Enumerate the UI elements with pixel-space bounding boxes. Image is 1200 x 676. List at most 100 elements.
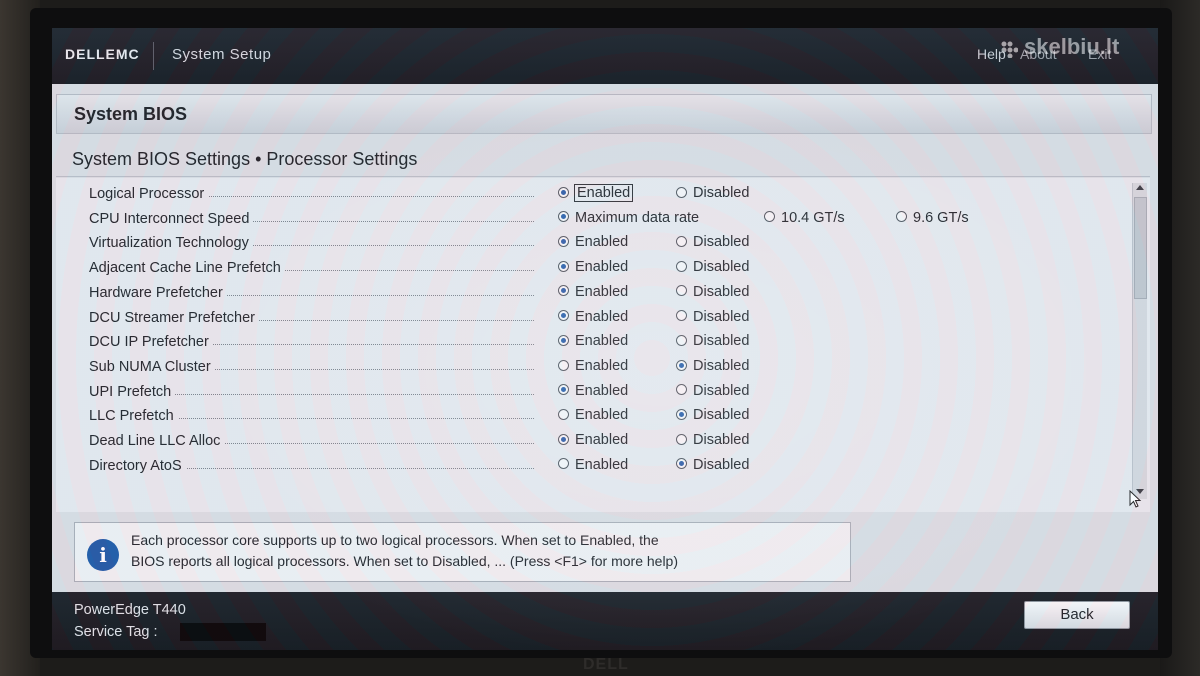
radio-option[interactable]: Enabled: [558, 284, 628, 302]
monitor-brand-logo: DELL: [583, 656, 629, 673]
radio-unselected-icon[interactable]: [676, 310, 687, 322]
radio-option[interactable]: Disabled: [676, 333, 749, 351]
radio-unselected-icon[interactable]: [676, 285, 687, 297]
radio-option[interactable]: Maximum data rate: [558, 210, 699, 228]
radio-option[interactable]: Enabled: [558, 333, 628, 351]
radio-selected-icon[interactable]: [558, 211, 569, 223]
radio-option[interactable]: Enabled: [558, 309, 628, 327]
radio-option-label: Enabled: [575, 357, 629, 374]
bios-header-band: System BIOS: [56, 94, 1152, 134]
setting-label: Hardware Prefetcher: [89, 284, 227, 301]
radio-selected-icon[interactable]: [558, 236, 569, 248]
setting-row[interactable]: Sub NUMA Cluster Enabled Disabled: [56, 355, 1116, 379]
radio-option-label: Enabled: [575, 333, 629, 350]
setting-label: Virtualization Technology: [89, 235, 253, 252]
radio-option[interactable]: Enabled: [558, 259, 628, 277]
section-divider: [56, 176, 1150, 177]
radio-unselected-icon[interactable]: [558, 359, 569, 371]
setting-row[interactable]: Logical Processor Enabled Disabled: [56, 182, 1116, 206]
radio-option-label: Enabled: [573, 184, 634, 202]
setting-label: DCU IP Prefetcher: [89, 334, 213, 351]
scrollbar[interactable]: [1132, 183, 1147, 499]
radio-option[interactable]: Enabled: [558, 184, 634, 203]
radio-option[interactable]: Enabled: [558, 457, 628, 475]
settings-list: Logical Processor Enabled Disabled CPU Inte…: [56, 178, 1150, 512]
help-text: Each processor core supports up to two l…: [131, 530, 831, 572]
radio-option-label: Disabled: [693, 432, 750, 448]
radio-unselected-icon[interactable]: [676, 384, 687, 396]
radio-selected-icon[interactable]: [558, 310, 569, 322]
setting-row[interactable]: Directory AtoS Enabled Disabled: [56, 454, 1116, 478]
radio-option-label: Maximum data rate: [575, 209, 700, 226]
radio-option[interactable]: Disabled: [676, 185, 749, 203]
radio-option[interactable]: Disabled: [676, 309, 749, 327]
radio-option[interactable]: Disabled: [676, 407, 749, 425]
radio-option[interactable]: Disabled: [676, 383, 749, 401]
dellemc-logo: DELLEMC: [65, 46, 140, 62]
radio-selected-icon[interactable]: [676, 359, 687, 371]
bios-screen: DELLEMC System Setup Help About Exit ske…: [52, 28, 1158, 650]
setting-label: Adjacent Cache Line Prefetch: [89, 260, 285, 277]
radio-unselected-icon[interactable]: [558, 408, 569, 420]
model-name: PowerEdge T440: [74, 602, 186, 618]
radio-option-label: 9.6 GT/s: [913, 209, 969, 226]
radio-option[interactable]: Enabled: [558, 234, 628, 252]
help-line-2: BIOS reports all logical processors. Whe…: [131, 553, 678, 569]
radio-selected-icon[interactable]: [558, 433, 569, 445]
setting-row[interactable]: DCU IP Prefetcher Enabled Disabled: [56, 330, 1116, 354]
radio-option[interactable]: 10.4 GT/s: [764, 210, 845, 228]
setting-label: Directory AtoS: [89, 457, 186, 474]
help-line-1: Each processor core supports up to two l…: [131, 532, 659, 548]
radio-unselected-icon[interactable]: [764, 211, 775, 223]
radio-option[interactable]: Enabled: [558, 358, 628, 376]
setting-row[interactable]: Dead Line LLC Alloc Enabled Disabled: [56, 429, 1116, 453]
radio-option-label: Disabled: [693, 185, 750, 201]
setting-row[interactable]: Adjacent Cache Line Prefetch Enabled Disab…: [56, 256, 1116, 280]
radio-option-label: Disabled: [693, 259, 750, 276]
radio-option-label: Enabled: [575, 432, 629, 448]
setting-label: DCU Streamer Prefetcher: [89, 309, 259, 326]
setting-row[interactable]: LLC Prefetch Enabled Disabled: [56, 404, 1116, 428]
radio-option[interactable]: 9.6 GT/s: [896, 210, 969, 228]
radio-option[interactable]: Disabled: [676, 358, 749, 376]
mouse-cursor-icon: [1129, 490, 1142, 508]
setting-row[interactable]: UPI Prefetch Enabled Disabled: [56, 380, 1116, 404]
radio-unselected-icon[interactable]: [676, 236, 687, 248]
radio-unselected-icon[interactable]: [676, 433, 687, 445]
section-title: System BIOS Settings • Processor Setting…: [72, 149, 418, 169]
setting-row[interactable]: CPU Interconnect Speed Maximum data rate 1…: [56, 207, 1116, 231]
radio-unselected-icon[interactable]: [896, 211, 907, 223]
radio-selected-icon[interactable]: [558, 285, 569, 297]
radio-option-label: Enabled: [575, 382, 629, 399]
setting-row[interactable]: DCU Streamer Prefetcher Enabled Disabled: [56, 306, 1116, 330]
radio-option[interactable]: Disabled: [676, 284, 749, 302]
radio-option-label: Enabled: [575, 308, 629, 325]
scroll-thumb[interactable]: [1134, 197, 1147, 299]
help-panel: i Each processor core supports up to two…: [74, 522, 851, 582]
radio-option-label: Enabled: [575, 259, 629, 276]
setting-row[interactable]: Hardware Prefetcher Enabled Disabled: [56, 281, 1116, 305]
radio-selected-icon[interactable]: [558, 384, 569, 396]
radio-unselected-icon[interactable]: [558, 458, 569, 470]
radio-unselected-icon[interactable]: [676, 334, 687, 346]
scroll-up-arrow-icon[interactable]: [1136, 185, 1144, 190]
radio-selected-icon[interactable]: [558, 334, 569, 346]
back-button[interactable]: Back: [1024, 601, 1130, 629]
radio-option[interactable]: Disabled: [676, 457, 749, 475]
radio-option[interactable]: Disabled: [676, 234, 749, 252]
radio-selected-icon[interactable]: [558, 186, 569, 198]
radio-unselected-icon[interactable]: [676, 186, 687, 198]
radio-option[interactable]: Enabled: [558, 407, 628, 425]
radio-selected-icon[interactable]: [676, 458, 687, 470]
radio-selected-icon[interactable]: [558, 260, 569, 272]
radio-option[interactable]: Disabled: [676, 432, 749, 450]
radio-option-label: Disabled: [693, 357, 750, 374]
radio-option[interactable]: Enabled: [558, 432, 628, 450]
radio-option[interactable]: Disabled: [676, 259, 749, 277]
radio-selected-icon[interactable]: [676, 408, 687, 420]
setting-row[interactable]: Virtualization Technology Enabled Disabled: [56, 231, 1116, 255]
setting-label: Sub NUMA Cluster: [89, 358, 215, 375]
radio-option[interactable]: Enabled: [558, 383, 628, 401]
top-bar: DELLEMC System Setup Help About Exit ske…: [52, 28, 1158, 84]
radio-unselected-icon[interactable]: [676, 260, 687, 272]
